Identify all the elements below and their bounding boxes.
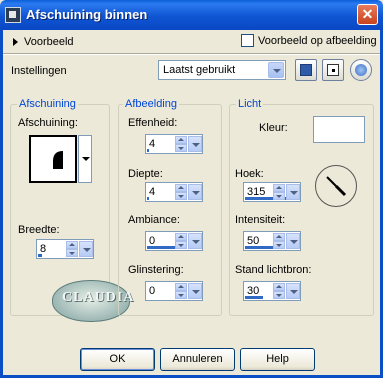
spin-down-icon[interactable] [175,192,187,200]
ambience-stepper[interactable]: 0 [145,231,203,251]
smoothness-spin-buttons[interactable] [175,136,187,152]
dice-dot [332,69,335,72]
preview-on-image-checkbox[interactable] [241,34,254,47]
intensity-spin-buttons[interactable] [273,233,285,249]
ambience-spin-buttons[interactable] [175,233,187,249]
angle-needle-icon [326,176,347,197]
randomize-button[interactable] [322,59,344,81]
ambience-slider-fill[interactable] [147,246,175,249]
spin-down-icon[interactable] [273,241,285,249]
expand-arrow-icon [13,38,18,46]
preview-toggle[interactable]: Voorbeeld [11,36,111,50]
ok-button[interactable]: OK [80,348,155,371]
shininess-stepper[interactable]: 0 [145,281,203,301]
app-icon [5,7,21,23]
spin-down-icon[interactable] [273,291,285,299]
elevation-spin-buttons[interactable] [273,283,285,299]
spin-down-icon[interactable] [175,291,187,299]
intensity-slider-fill[interactable] [245,246,273,249]
bevel-shape-icon [41,151,63,169]
ambience-label: Ambiance: [128,214,180,226]
bevel-group-title: Afschuining [17,98,78,110]
spin-up-icon[interactable] [66,241,78,249]
save-icon [300,64,312,76]
intensity-slider-dropdown[interactable] [286,233,300,249]
spin-down-icon[interactable] [273,192,285,200]
window-title: Afschuining binnen [26,7,148,22]
elevation-slider-dropdown[interactable] [286,283,300,299]
elevation-stepper[interactable]: 30 [243,281,301,301]
width-slider-fill[interactable] [38,254,42,257]
smoothness-label: Effenheid: [128,117,178,129]
width-spin-buttons[interactable] [66,241,78,257]
depth-value[interactable]: 4 [149,186,155,198]
reset-icon [355,64,367,76]
angle-dial[interactable] [315,165,357,207]
intensity-stepper[interactable]: 50 [243,231,301,251]
bevel-shape-dropdown-button[interactable] [78,135,92,183]
depth-slider-fill[interactable] [147,197,149,200]
depth-stepper[interactable]: 4 [145,182,203,202]
preset-value: Laatst gebruikt [163,64,236,76]
preview-on-image-label[interactable]: Voorbeeld op afbeelding [258,35,377,47]
light-color-label: Kleur: [259,122,288,134]
shininess-value[interactable]: 0 [149,285,155,297]
angle-slider-dropdown[interactable] [286,184,300,200]
light-group-title: Licht [236,98,264,110]
angle-spin-buttons[interactable] [273,184,285,200]
angle-stepper[interactable]: 315 [243,182,301,202]
image-group-title: Afbeelding [123,98,179,110]
chevron-down-icon[interactable] [268,62,284,78]
bevel-shape-label: Afschuining: [18,117,78,129]
elevation-label: Stand lichtbron: [235,264,312,276]
shininess-slider-dropdown[interactable] [188,283,202,299]
spin-up-icon[interactable] [273,283,285,291]
smoothness-slider-fill[interactable] [147,149,149,152]
spin-down-icon[interactable] [175,241,187,249]
shininess-spin-buttons[interactable] [175,283,187,299]
preset-dropdown[interactable]: Laatst gebruikt [158,60,286,80]
intensity-label: Intensiteit: [235,214,286,226]
width-label: Breedte: [18,224,60,236]
bevel-shape-picker[interactable] [29,135,77,183]
chevron-down-icon [82,157,90,161]
light-color-swatch[interactable] [313,116,365,143]
preview-toggle-label: Voorbeeld [24,36,74,48]
width-stepper[interactable]: 8 [36,239,94,259]
spin-up-icon[interactable] [273,233,285,241]
spin-up-icon[interactable] [175,184,187,192]
smoothness-slider-dropdown[interactable] [188,136,202,152]
smoothness-stepper[interactable]: 4 [145,134,203,154]
spin-up-icon[interactable] [175,136,187,144]
ambience-slider-dropdown[interactable] [188,233,202,249]
spin-up-icon[interactable] [175,233,187,241]
shininess-label: Glinstering: [128,264,184,276]
smoothness-value[interactable]: 4 [149,138,155,150]
depth-spin-buttons[interactable] [175,184,187,200]
angle-label: Hoek: [235,168,264,180]
spin-up-icon[interactable] [175,283,187,291]
help-button[interactable]: Help [240,348,315,371]
elevation-slider-fill[interactable] [245,296,263,299]
title-bar[interactable]: Afschuining binnen ✕ [0,0,383,30]
depth-label: Diepte: [128,168,163,180]
spin-up-icon[interactable] [273,184,285,192]
close-button[interactable]: ✕ [357,4,378,25]
depth-slider-dropdown[interactable] [188,184,202,200]
width-slider-dropdown[interactable] [79,241,93,257]
spin-down-icon[interactable] [66,249,78,257]
spin-down-icon[interactable] [175,144,187,152]
settings-label: Instellingen [11,65,67,77]
separator [3,53,380,55]
reset-button[interactable] [350,59,372,81]
cancel-button[interactable]: Annuleren [160,348,235,371]
save-preset-button[interactable] [295,59,317,81]
